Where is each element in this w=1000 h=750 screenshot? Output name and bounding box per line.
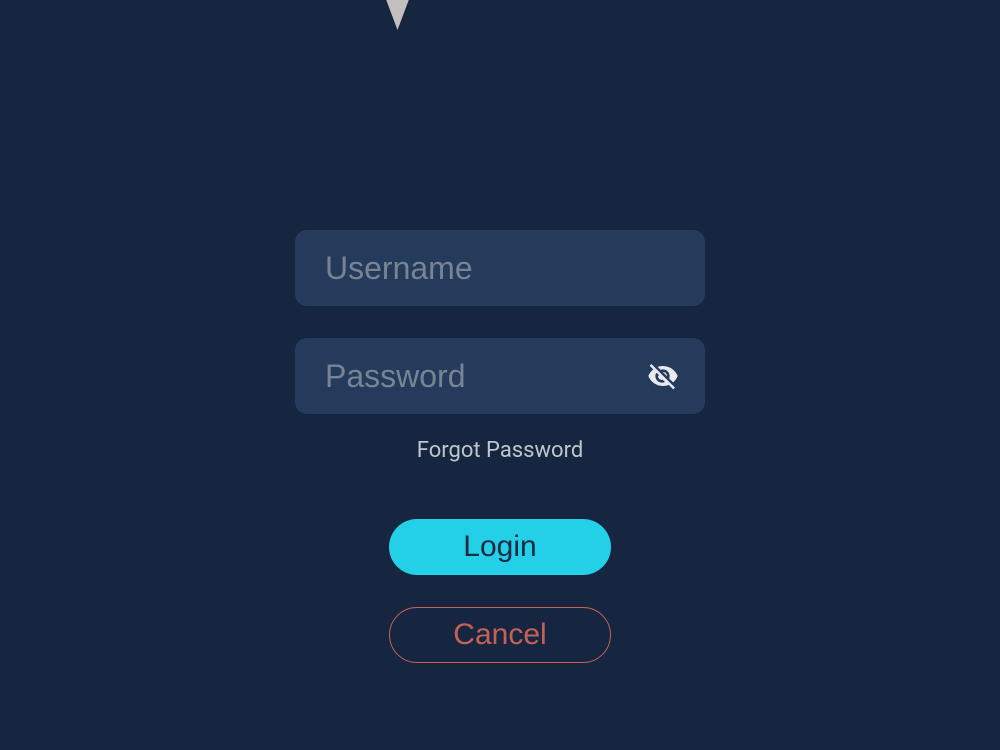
cancel-button[interactable]: Cancel [389,607,611,663]
login-button[interactable]: Login [389,519,611,575]
username-input[interactable] [295,230,705,306]
password-wrapper [295,338,705,414]
forgot-password-link[interactable]: Forgot Password [417,438,583,463]
password-input[interactable] [295,338,705,414]
logo-marker-icon [375,0,420,30]
login-form: Forgot Password Login Cancel [295,230,705,663]
eye-off-icon[interactable] [647,360,679,392]
